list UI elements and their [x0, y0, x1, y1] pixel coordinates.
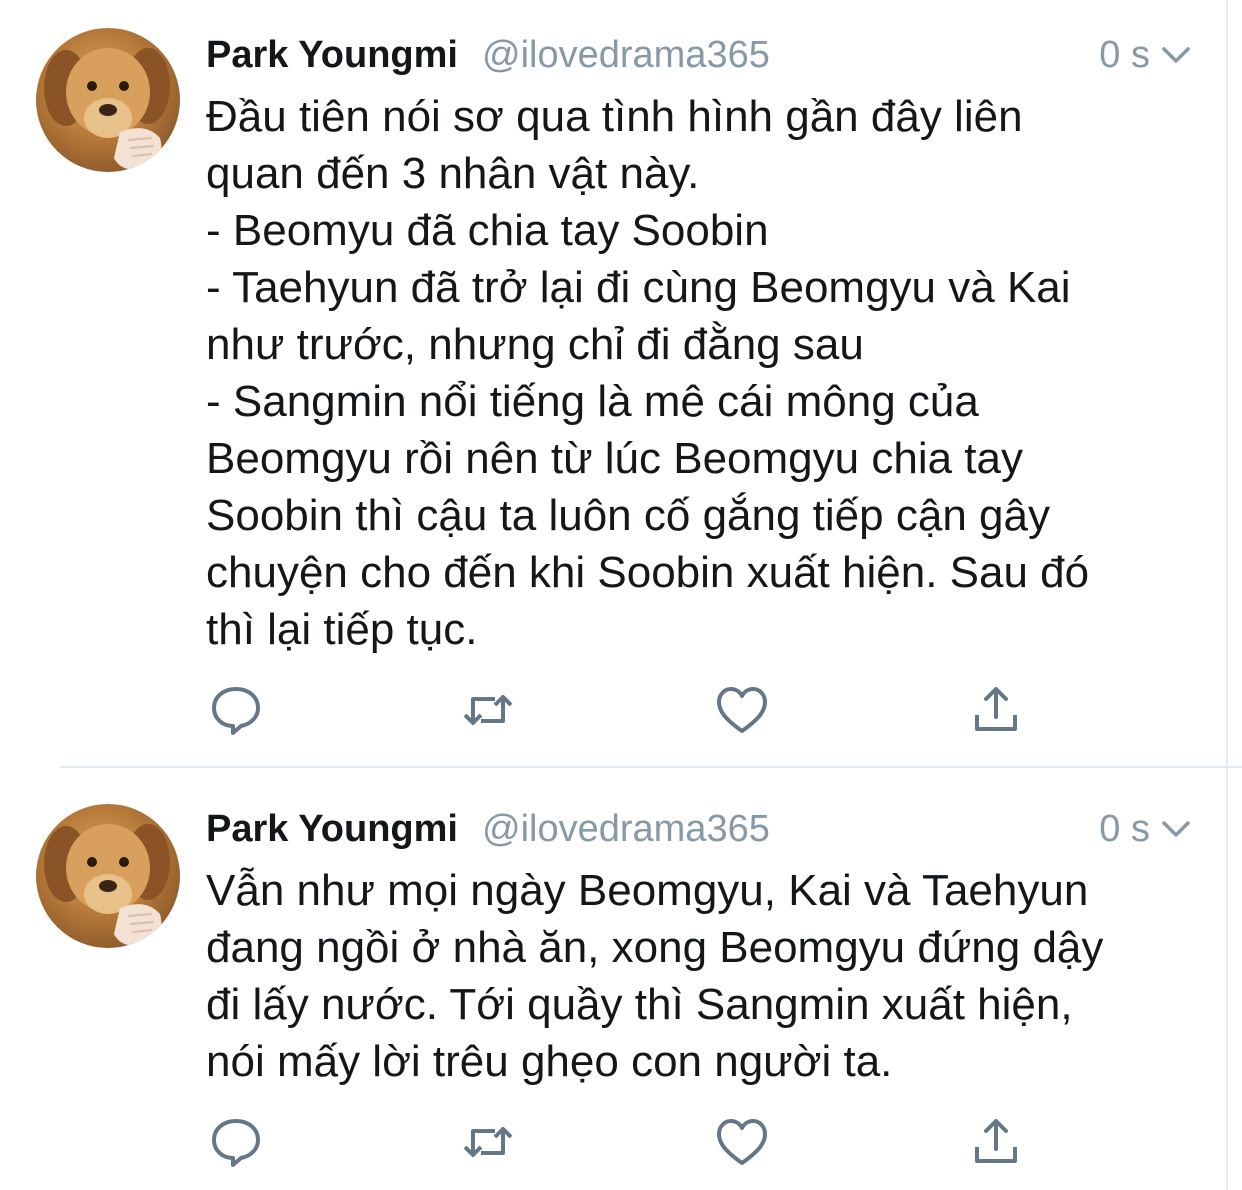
retweet-icon — [463, 695, 513, 725]
timeline-edge — [1226, 0, 1228, 1190]
timestamp: 0 s — [1099, 34, 1150, 76]
tweet-text: Vẫn như mọi ngày Beomgyu, Kai và Taehyun… — [206, 866, 1104, 1086]
user-handle[interactable]: @ilovedrama365 — [482, 30, 770, 80]
tweet[interactable]: Park Youngmi @ilovedrama365 0 s Vẫn như … — [0, 768, 1226, 1190]
share-icon — [975, 1119, 1017, 1163]
share-button[interactable] — [966, 680, 1026, 740]
retweet-button[interactable] — [458, 680, 518, 740]
display-name[interactable]: Park Youngmi — [206, 30, 458, 80]
retweet-icon — [463, 1127, 513, 1157]
reply-icon — [212, 1119, 260, 1167]
tweet-text: Đầu tiên nói sơ qua tình hình gần đây li… — [206, 92, 1090, 654]
reply-button[interactable] — [206, 1112, 266, 1172]
share-icon — [975, 687, 1017, 731]
tweet-header: Park Youngmi @ilovedrama365 0 s — [206, 804, 1196, 854]
like-button[interactable] — [712, 680, 772, 740]
tweet-actions — [0, 1112, 1226, 1172]
dog-avatar-image — [44, 824, 170, 946]
user-handle[interactable]: @ilovedrama365 — [482, 804, 770, 854]
tweet[interactable]: Park Youngmi @ilovedrama365 0 s Đầu tiên… — [0, 0, 1226, 766]
reply-icon — [212, 687, 260, 735]
timestamp: 0 s — [1099, 808, 1150, 850]
chevron-down-icon[interactable] — [1156, 809, 1196, 849]
chevron-down-icon[interactable] — [1156, 35, 1196, 75]
share-button[interactable] — [966, 1112, 1026, 1172]
avatar[interactable] — [36, 28, 180, 172]
heart-icon — [717, 687, 767, 733]
dog-avatar-image — [44, 48, 170, 170]
heart-icon — [717, 1119, 767, 1165]
avatar[interactable] — [36, 804, 180, 948]
tweet-actions — [0, 680, 1226, 740]
display-name[interactable]: Park Youngmi — [206, 804, 458, 854]
like-button[interactable] — [712, 1112, 772, 1172]
reply-button[interactable] — [206, 680, 266, 740]
retweet-button[interactable] — [458, 1112, 518, 1172]
tweet-header: Park Youngmi @ilovedrama365 0 s — [206, 30, 1196, 80]
